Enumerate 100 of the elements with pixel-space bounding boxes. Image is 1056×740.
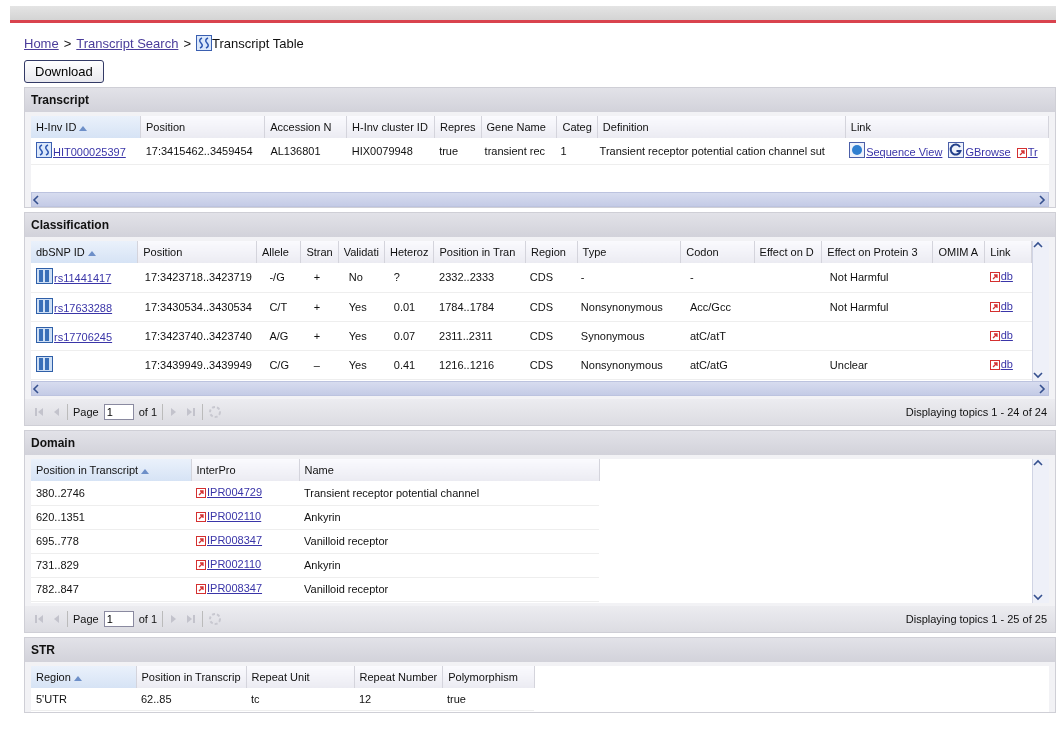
horizontal-scrollbar[interactable] [31,381,1049,396]
table-link[interactable]: db [989,357,1013,370]
breadcrumb-separator: > [63,35,72,51]
column-header[interactable]: OMIM A [932,241,985,263]
refresh-icon[interactable] [208,405,223,419]
table-link[interactable]: IPR002110 [196,510,262,522]
table-cell: 0.07 [393,329,416,342]
column-header[interactable]: Repeat Unit [246,666,355,688]
panel-title: Domain [25,431,1055,455]
table-link[interactable]: db [989,270,1013,283]
breadcrumb-current: Transcript Table [212,35,304,51]
table-cell: 0.01 [393,300,416,313]
table-cell: - [580,271,585,284]
column-header[interactable]: Categ [556,116,598,138]
column-header[interactable]: Gene Name [481,116,557,138]
table-cell: 695..778 [36,535,79,547]
last-page-icon[interactable] [185,406,198,418]
bars-icon [36,268,53,285]
column-header[interactable]: Codon [680,241,755,263]
column-header[interactable]: Type [577,241,681,263]
wave-icon [196,35,212,51]
paging-summary: Displaying topics 1 - 25 of 25 [905,613,1047,625]
column-header[interactable]: Link [845,116,1049,138]
breadcrumb-link[interactable]: Transcript Search [76,35,179,51]
external-link-icon [1016,147,1027,158]
column-header[interactable]: Region [31,666,136,688]
column-header[interactable]: Allele [256,241,301,263]
horizontal-scrollbar[interactable] [31,192,1049,207]
table-cell: 17:3430534..3430534 [144,300,252,313]
external-link-icon [989,330,1000,341]
column-header[interactable]: InterPro [191,459,299,481]
table-cell: true [447,692,466,705]
table-link[interactable]: IPR002110 [196,558,262,570]
external-link-icon [196,560,206,570]
table-link[interactable]: HIT000025397 [36,141,126,158]
column-header[interactable]: Repres [434,116,482,138]
table-link[interactable]: IPR004729 [196,485,263,498]
table-link[interactable]: Tr [1016,145,1038,158]
table-link[interactable]: IPR008347 [196,582,263,594]
bars-icon [36,297,53,314]
table-cell: CDS [529,300,553,313]
table-link[interactable]: rs11441417 [36,268,112,285]
column-header[interactable]: Definition [597,116,846,138]
column-header[interactable]: Region [525,241,578,263]
column-header[interactable]: Repeat Number [354,666,443,688]
table-link[interactable]: rs17633288 [36,297,113,314]
refresh-icon[interactable] [208,612,223,626]
table-cell: Vanilloid receptor [304,583,389,595]
breadcrumb-link[interactable]: Home [24,35,59,51]
table-link[interactable]: db [989,299,1013,312]
page-field[interactable]: 1 [103,611,134,627]
paging-summary: Displaying topics 1 - 24 of 24 [905,406,1047,418]
vertical-scrollbar[interactable] [1032,459,1049,603]
last-page-icon[interactable] [185,613,198,625]
table-cell: 12 [359,692,372,705]
column-header[interactable]: Polymorphism [442,666,535,688]
column-header[interactable]: Name [299,459,599,481]
table-link[interactable]: rs17706245 [36,326,113,343]
column-header[interactable]: Position [140,116,265,138]
sort-arrow-icon [141,468,150,474]
table-link[interactable]: GBrowse [948,141,1011,158]
table-cell: Vanilloid receptor [304,535,389,547]
table-cell: atC/atG [689,358,728,371]
table-cell: Not Harmful [829,300,889,313]
table-cell: Ankyrin [304,559,341,571]
column-header[interactable]: Position in Transcript [31,459,191,481]
column-header[interactable]: Position in Tran [434,241,526,263]
column-header[interactable]: Effect on D [754,241,822,263]
column-header[interactable]: H-Inv cluster ID [346,116,435,138]
column-header[interactable]: Heteroz [384,241,434,263]
column-header[interactable]: Accession N [264,116,347,138]
column-header[interactable]: Link [984,241,1032,263]
table-cell: 2311..2311 [439,329,493,342]
column-header[interactable]: Position [137,241,257,263]
table-cell: C/G [269,358,289,371]
first-page-icon[interactable] [33,613,45,625]
table-cell: transient rec [484,144,546,157]
sort-arrow-icon [87,250,96,256]
page-field[interactable]: 1 [103,404,134,420]
table-cell: 17:3439949..3439949 [144,358,252,371]
first-page-icon[interactable] [33,406,45,418]
table-cell: Yes [348,329,367,342]
table-cell: Yes [348,300,367,313]
column-header[interactable]: Validati [338,241,385,263]
page-count: of 1 [138,613,158,625]
table-link[interactable]: IPR008347 [196,534,263,546]
table-link[interactable]: Sequence View [849,141,943,158]
table-cell: -/G [269,271,285,284]
column-header[interactable]: Position in Transcrip [136,666,247,688]
vertical-scrollbar[interactable] [1032,241,1049,381]
column-header[interactable]: Effect on Protein 3 [821,241,933,263]
table-link[interactable]: db [989,328,1013,341]
column-header[interactable]: dbSNP ID [31,241,138,263]
table-cell: true [439,144,459,157]
column-header[interactable]: H-Inv ID [31,116,141,138]
external-link-icon [196,584,206,594]
external-link-icon [989,359,1000,370]
download-button[interactable]: Download [24,60,104,83]
column-header[interactable]: Stran [300,241,339,263]
table-cell: Nonsynonymous [580,358,663,371]
